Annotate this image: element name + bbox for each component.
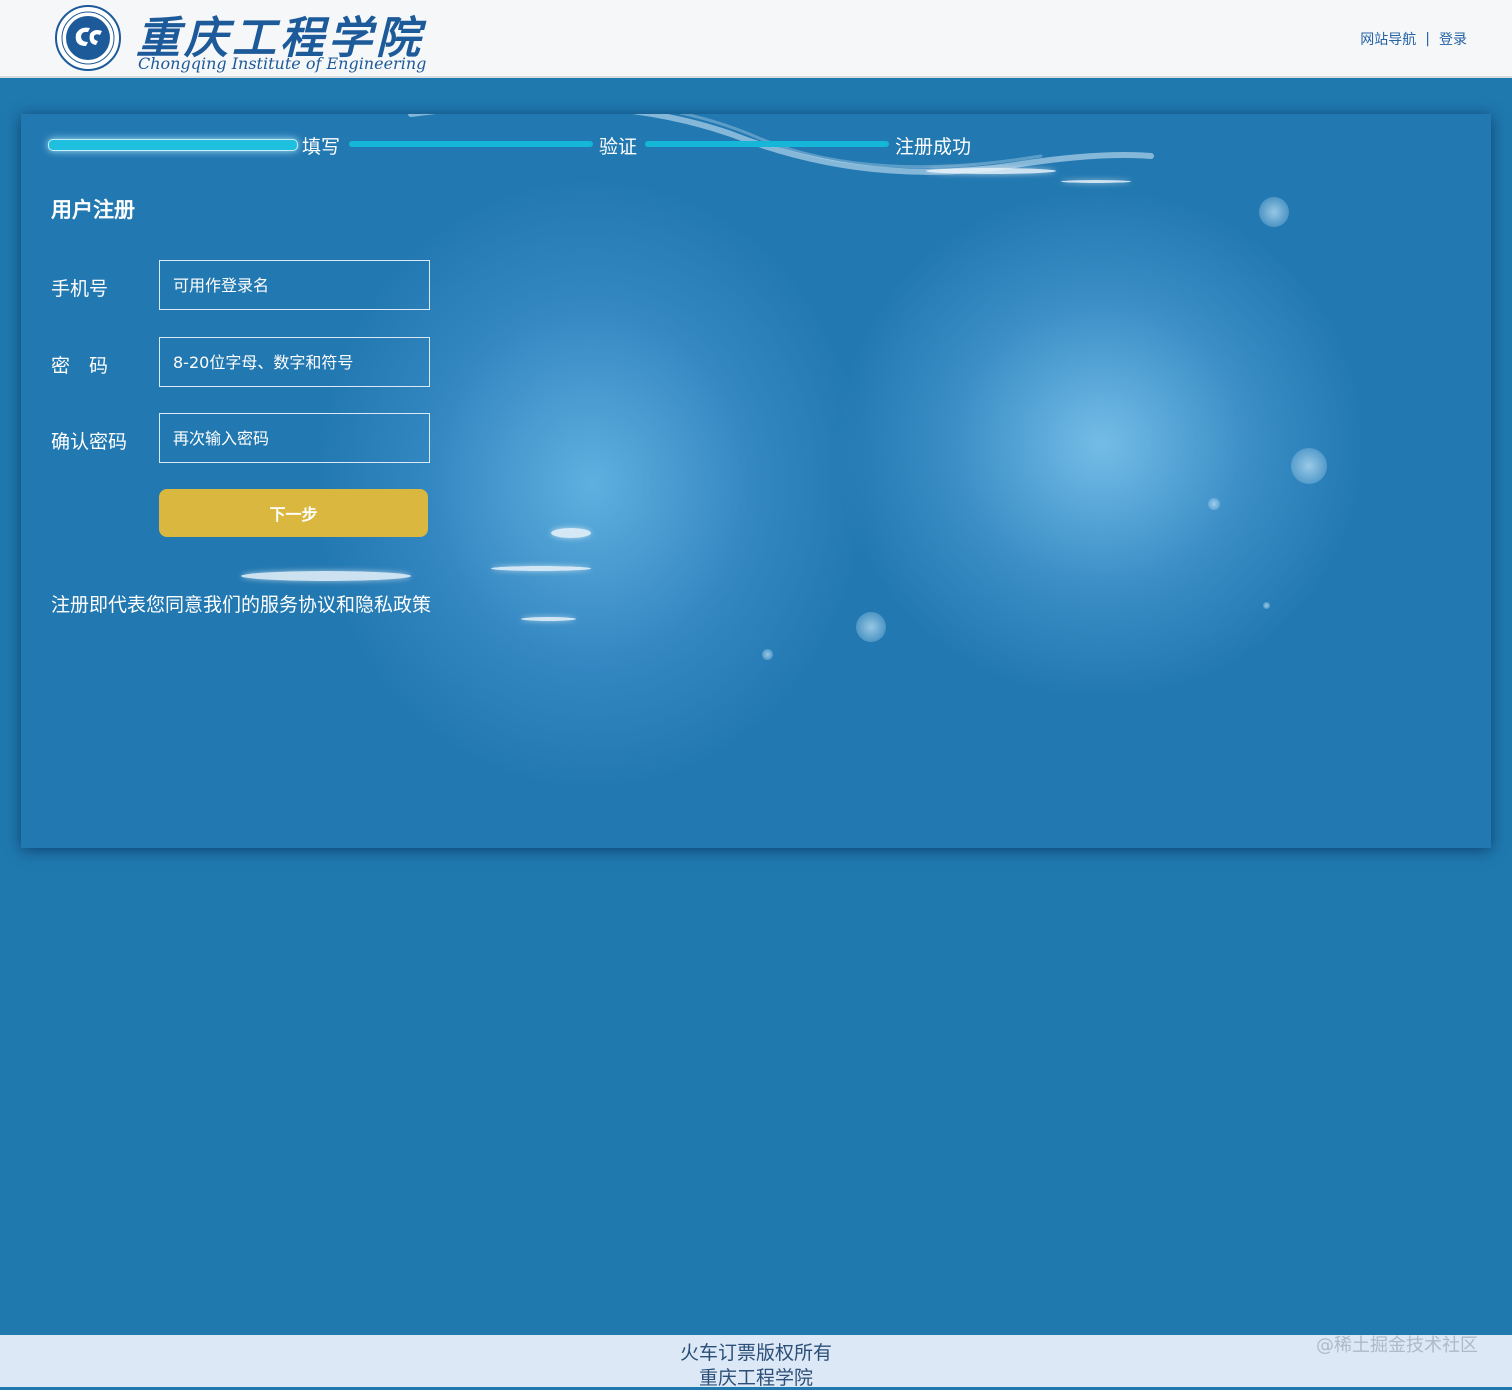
bokeh-decoration — [1208, 498, 1220, 510]
site-nav-link[interactable]: 网站导航 — [1360, 29, 1416, 49]
registration-steps: 填写 验证 注册成功 — [21, 114, 1491, 174]
cloud-decoration — [551, 528, 591, 538]
cloud-decoration — [521, 617, 576, 621]
nav-separator: | — [1425, 31, 1430, 47]
confirm-password-input[interactable] — [160, 414, 429, 462]
bokeh-decoration — [856, 612, 886, 642]
password-label: 密 码 — [51, 355, 109, 377]
bokeh-decoration — [1263, 602, 1270, 609]
background-glow — [841, 194, 1361, 694]
watermark: @稀土掘金技术社区 — [1316, 1335, 1478, 1356]
cloud-decoration — [1061, 180, 1131, 183]
step-verify-label: 验证 — [599, 136, 638, 158]
logo-english-name: Chongqing Institute of Engineering — [138, 54, 427, 73]
school-seal-icon — [55, 5, 121, 71]
agreement-text[interactable]: 注册即代表您同意我们的服务协议和隐私政策 — [51, 590, 431, 617]
confirm-password-field-box — [159, 413, 430, 463]
step-success-label: 注册成功 — [895, 136, 972, 158]
top-nav: 网站导航 | 登录 — [1360, 29, 1467, 49]
password-field-box — [159, 337, 430, 387]
password-input[interactable] — [160, 338, 429, 386]
step-bar-verify — [349, 141, 593, 147]
phone-field-box — [159, 260, 430, 310]
bokeh-decoration — [1259, 197, 1289, 227]
bokeh-decoration — [762, 649, 773, 660]
cloud-decoration — [241, 571, 411, 581]
step-fill-label: 填写 — [302, 136, 341, 158]
phone-label: 手机号 — [51, 278, 109, 300]
cloud-decoration — [491, 566, 591, 571]
site-footer: 火车订票版权所有 重庆工程学院 — [0, 1335, 1512, 1389]
bokeh-decoration — [1291, 448, 1327, 484]
footer-copyright: 火车订票版权所有 — [679, 1342, 832, 1364]
login-link[interactable]: 登录 — [1439, 29, 1467, 49]
phone-input[interactable] — [160, 261, 429, 309]
confirm-password-label: 确认密码 — [51, 431, 128, 453]
site-header: 重庆工程学院 Chongqing Institute of Engineerin… — [0, 0, 1512, 78]
registration-panel: 填写 验证 注册成功 用户注册 手机号 密 码 确认密码 下一步 注册即代表您同… — [21, 114, 1491, 848]
school-logo[interactable]: 重庆工程学院 Chongqing Institute of Engineerin… — [50, 4, 430, 74]
step-bar-success — [645, 141, 889, 147]
step-bar-fill — [48, 139, 298, 151]
page-title: 用户注册 — [51, 198, 135, 222]
footer-organization: 重庆工程学院 — [698, 1367, 813, 1389]
next-step-button[interactable]: 下一步 — [159, 489, 428, 537]
